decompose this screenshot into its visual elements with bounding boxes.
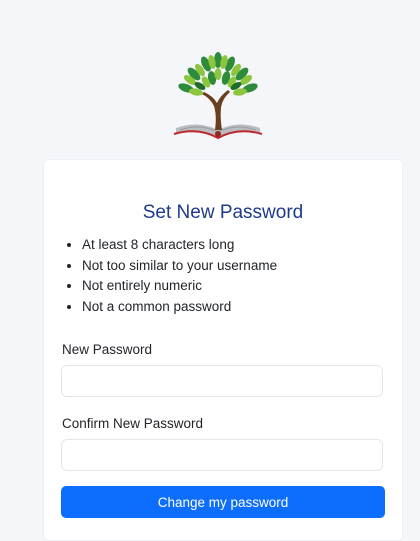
confirm-password-label: Confirm New Password (62, 416, 204, 431)
change-password-button[interactable]: Change my password (61, 486, 385, 518)
new-password-input[interactable] (61, 365, 383, 397)
page-title: Set New Password (142, 202, 304, 223)
list-item: Not too similar to your username (82, 256, 277, 277)
list-item: Not a common password (82, 297, 277, 318)
set-password-card: Set New Password At least 8 characters l… (44, 160, 402, 540)
tree-on-book-logo (170, 50, 266, 142)
new-password-label: New Password (62, 342, 153, 357)
confirm-password-input[interactable] (61, 439, 383, 471)
list-item: At least 8 characters long (82, 235, 277, 256)
password-rules-list: At least 8 characters long Not too simil… (62, 235, 277, 317)
list-item: Not entirely numeric (82, 276, 277, 297)
